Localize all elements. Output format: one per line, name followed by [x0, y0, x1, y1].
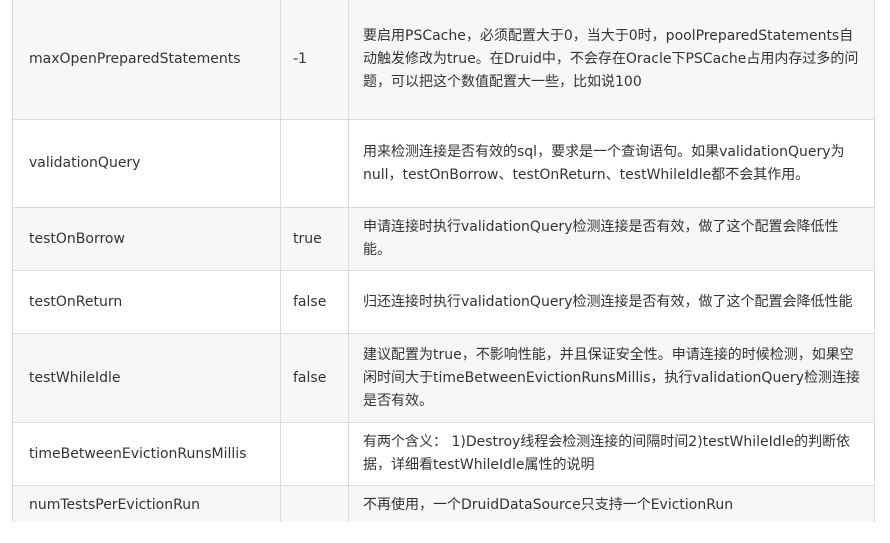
property-name: validationQuery: [12, 119, 281, 208]
default-value: [280, 119, 349, 208]
default-value: [280, 422, 349, 486]
property-name: maxOpenPreparedStatements: [12, 0, 281, 120]
table-row: testOnBorrow true 申请连接时执行validationQuery…: [12, 207, 875, 271]
property-name: timeBetweenEvictionRunsMillis: [12, 422, 281, 486]
property-name: numTestsPerEvictionRun: [12, 485, 281, 526]
table-row: numTestsPerEvictionRun 不再使用，一个DruidDataS…: [12, 485, 875, 526]
default-value: -1: [280, 0, 349, 120]
property-description: 申请连接时执行validationQuery检测连接是否有效，做了这个配置会降低…: [348, 207, 875, 271]
config-table-container: maxOpenPreparedStatements -1 要启用PSCache，…: [12, 0, 875, 526]
property-name: testOnBorrow: [12, 207, 281, 271]
page-bottom: [0, 522, 890, 543]
table-row: maxOpenPreparedStatements -1 要启用PSCache，…: [12, 0, 875, 120]
config-table: maxOpenPreparedStatements -1 要启用PSCache，…: [12, 0, 875, 526]
property-description: 要启用PSCache，必须配置大于0，当大于0时，poolPreparedSta…: [348, 0, 875, 120]
table-row: testWhileIdle false 建议配置为true，不影响性能，并且保证…: [12, 333, 875, 423]
property-description: 有两个含义： 1)Destroy线程会检测连接的间隔时间2)testWhileI…: [348, 422, 875, 486]
default-value: false: [280, 270, 349, 334]
property-description: 建议配置为true，不影响性能，并且保证安全性。申请连接的时候检测，如果空闲时间…: [348, 333, 875, 423]
table-row: testOnReturn false 归还连接时执行validationQuer…: [12, 270, 875, 334]
property-description: 用来检测连接是否有效的sql，要求是一个查询语句。如果validationQue…: [348, 119, 875, 208]
property-name: testWhileIdle: [12, 333, 281, 423]
property-description: 不再使用，一个DruidDataSource只支持一个EvictionRun: [348, 485, 875, 526]
default-value: false: [280, 333, 349, 423]
property-name: testOnReturn: [12, 270, 281, 334]
table-row: timeBetweenEvictionRunsMillis 有两个含义： 1)D…: [12, 422, 875, 486]
default-value: true: [280, 207, 349, 271]
table-row: validationQuery 用来检测连接是否有效的sql，要求是一个查询语句…: [12, 119, 875, 208]
default-value: [280, 485, 349, 526]
property-description: 归还连接时执行validationQuery检测连接是否有效，做了这个配置会降低…: [348, 270, 875, 334]
